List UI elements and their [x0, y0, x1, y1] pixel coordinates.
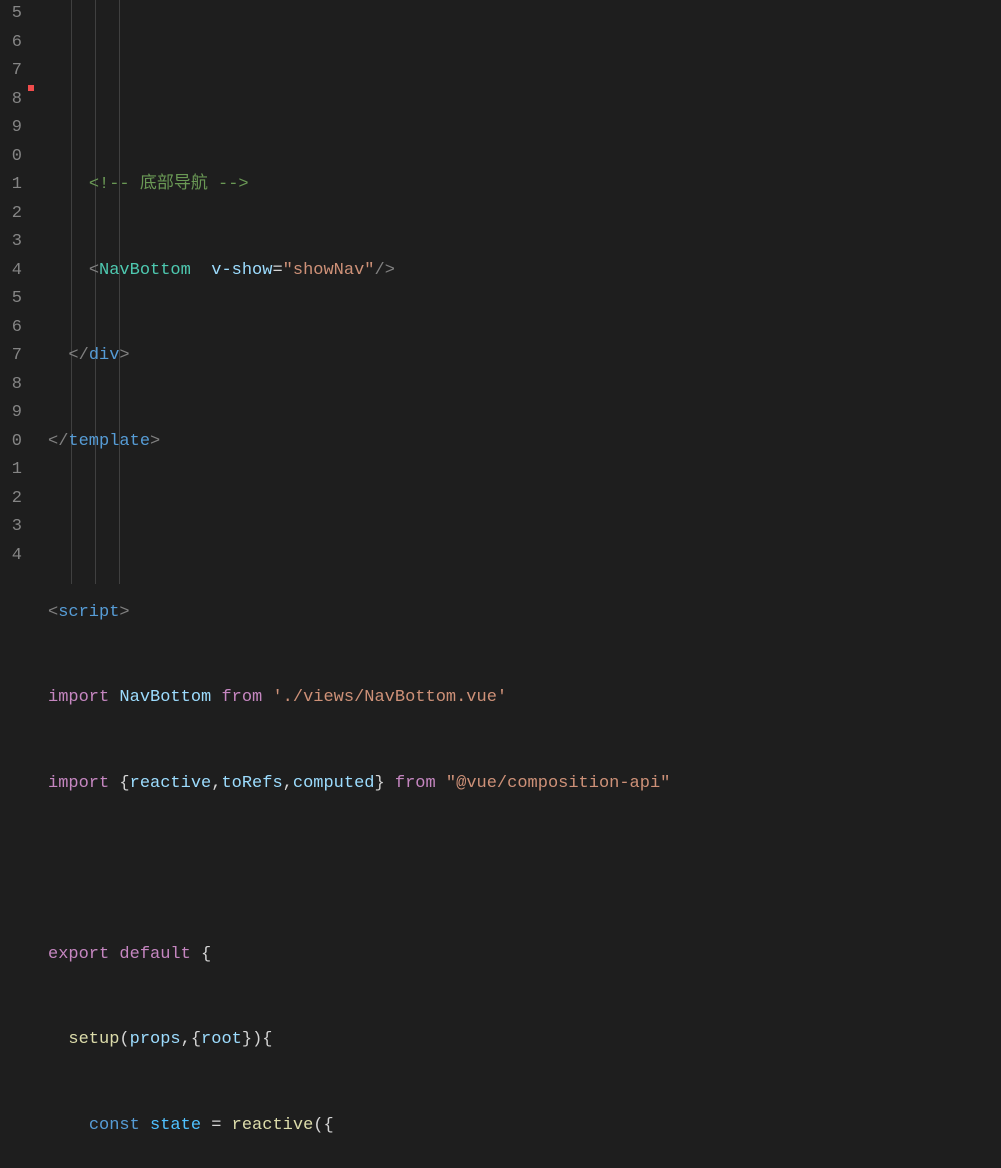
- line-number: 2: [0, 200, 22, 229]
- line-number: 2: [0, 485, 22, 514]
- code-line[interactable]: <script>: [48, 599, 1001, 628]
- line-number: 6: [0, 314, 22, 343]
- code-line[interactable]: setup(props,{root}){: [48, 1026, 1001, 1055]
- line-number: 0: [0, 143, 22, 172]
- line-number: 6: [0, 29, 22, 58]
- code-line[interactable]: [48, 513, 1001, 542]
- line-number: 0: [0, 428, 22, 457]
- line-number: 8: [0, 371, 22, 400]
- line-number: 7: [0, 57, 22, 86]
- line-number: 8: [0, 86, 22, 115]
- code-line[interactable]: <!-- 底部导航 -->: [48, 171, 1001, 200]
- code-line[interactable]: </div>: [48, 342, 1001, 371]
- code-line[interactable]: export default {: [48, 941, 1001, 970]
- line-number: 5: [0, 285, 22, 314]
- line-number: 7: [0, 342, 22, 371]
- line-number: 3: [0, 228, 22, 257]
- comment-token: <!-- 底部导航 -->: [89, 175, 249, 194]
- line-number: 1: [0, 456, 22, 485]
- line-number: 9: [0, 114, 22, 143]
- code-line[interactable]: import {reactive,toRefs,computed} from "…: [48, 770, 1001, 799]
- code-line[interactable]: <NavBottom v-show="showNav"/>: [48, 257, 1001, 286]
- code-area[interactable]: <!-- 底部导航 --> <NavBottom v-show="showNav…: [28, 0, 1001, 584]
- line-number: 1: [0, 171, 22, 200]
- code-line[interactable]: </template>: [48, 428, 1001, 457]
- code-line[interactable]: const state = reactive({: [48, 1112, 1001, 1141]
- line-number-gutter: 5 6 7 8 9 0 1 2 3 4 5 6 7 8 9 0 1 2 3 4: [0, 0, 28, 584]
- line-number: 4: [0, 257, 22, 286]
- line-number: 9: [0, 399, 22, 428]
- indent-guide: [71, 0, 72, 584]
- indent-guide: [95, 0, 96, 584]
- line-number: 4: [0, 542, 22, 571]
- line-number: 5: [0, 0, 22, 29]
- code-line[interactable]: [48, 855, 1001, 884]
- indent-guide: [119, 0, 120, 584]
- code-editor[interactable]: 5 6 7 8 9 0 1 2 3 4 5 6 7 8 9 0 1 2 3 4 …: [0, 0, 1001, 584]
- code-line[interactable]: import NavBottom from './views/NavBottom…: [48, 684, 1001, 713]
- line-number: 3: [0, 513, 22, 542]
